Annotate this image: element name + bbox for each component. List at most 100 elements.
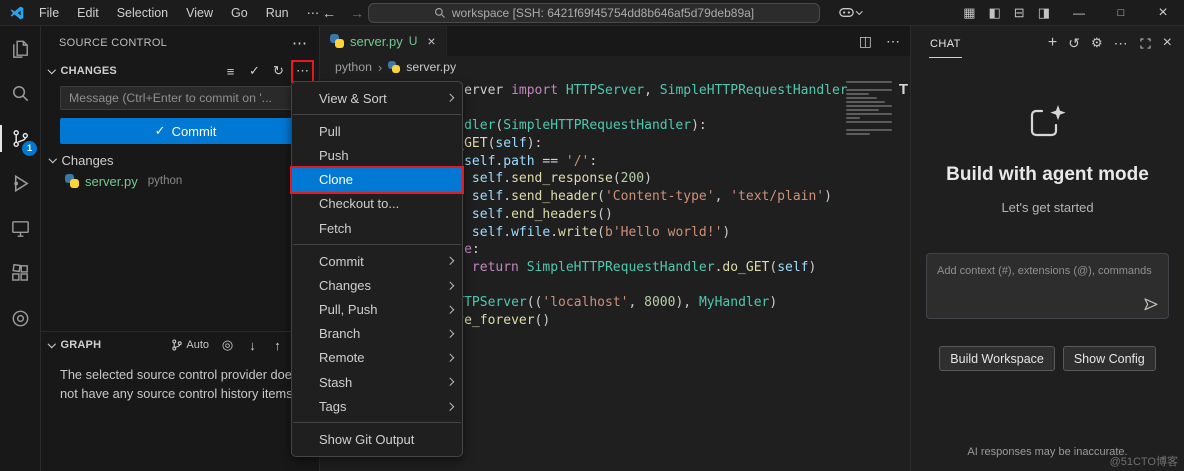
- menu-item-label: Changes: [319, 277, 372, 293]
- menu-item-tags[interactable]: Tags: [292, 394, 462, 418]
- chevron-down-icon: [47, 66, 56, 74]
- menu-item-commit[interactable]: Commit: [292, 249, 462, 273]
- chevron-down-icon: [47, 340, 56, 348]
- close-tab-icon[interactable]: ×: [427, 33, 435, 49]
- sidebar-item-search[interactable]: [0, 71, 40, 116]
- changes-section-header[interactable]: CHANGES ≡ ✓ ↻ ⋯: [41, 59, 319, 83]
- breadcrumb[interactable]: python › server.py: [320, 56, 910, 78]
- chat-more-actions-icon[interactable]: ⋯: [1114, 35, 1128, 52]
- split-editor-icon[interactable]: ◫: [859, 33, 872, 50]
- menubar-item-selection[interactable]: Selection: [108, 2, 177, 24]
- chat-history-icon[interactable]: ↺: [1068, 35, 1080, 52]
- sidebar-item-remote-explorer[interactable]: [0, 206, 40, 251]
- close-panel-icon[interactable]: ×: [1163, 34, 1172, 52]
- submenu-chevron-icon: [445, 305, 454, 314]
- search-icon: [434, 7, 446, 19]
- menu-item-label: Checkout to...: [319, 196, 400, 212]
- menu-item-label: Clone: [319, 172, 353, 188]
- toggle-secondary-sidebar-icon[interactable]: ◨: [1038, 5, 1050, 21]
- menubar-item-edit[interactable]: Edit: [68, 2, 108, 24]
- chat-subheading: Let's get started: [1001, 200, 1094, 215]
- commit-check-icon[interactable]: ✓: [246, 63, 263, 80]
- push-icon[interactable]: ↑: [269, 337, 286, 354]
- menu-item-label: Fetch: [319, 220, 352, 236]
- search-icon: [9, 82, 32, 105]
- editor-overlay-glyph: T: [898, 81, 908, 98]
- fetch-icon[interactable]: ↓: [244, 337, 261, 354]
- minimap-line: [846, 88, 892, 92]
- menu-item-label: Pull: [319, 123, 341, 139]
- command-center-search[interactable]: workspace [SSH: 6421f69f45754dd8b646af5d…: [368, 3, 820, 23]
- tab-server-py[interactable]: server.py U ×: [320, 26, 447, 56]
- close-window-icon[interactable]: ×: [1142, 4, 1184, 22]
- changed-file-row[interactable]: server.py python: [41, 170, 319, 192]
- menu-item-stash[interactable]: Stash: [292, 370, 462, 394]
- commit-message-input[interactable]: Message (Ctrl+Enter to commit on '...: [60, 86, 311, 110]
- menu-item-show-git-output[interactable]: Show Git Output: [292, 427, 462, 451]
- back-icon[interactable]: ←: [322, 5, 336, 21]
- graph-repo-auto-button[interactable]: Auto: [170, 337, 211, 354]
- submenu-chevron-icon: [445, 354, 454, 362]
- minimize-icon[interactable]: —: [1058, 6, 1100, 20]
- menu-item-push[interactable]: Push: [292, 143, 462, 167]
- chat-header: CHAT + ↺ ⚙ ⋯ ×: [911, 26, 1184, 60]
- send-icon[interactable]: [1142, 296, 1159, 313]
- menu-item-label: Pull, Push: [319, 302, 378, 318]
- sidebar-item-extension-misc[interactable]: [0, 296, 40, 341]
- sidebar-item-explorer[interactable]: [0, 26, 40, 71]
- minimap[interactable]: [846, 81, 894, 137]
- menu-item-changes[interactable]: Changes: [292, 273, 462, 297]
- titlebar: File Edit Selection View Go Run ⋯ ← → workspac…: [0, 0, 1184, 26]
- menu-item-branch[interactable]: Branch: [292, 322, 462, 346]
- menubar-item-view[interactable]: View: [177, 2, 222, 24]
- menu-item-clone[interactable]: Clone: [290, 165, 464, 194]
- more-actions-icon[interactable]: ⋯: [291, 59, 314, 83]
- menu-item-fetch[interactable]: Fetch: [292, 216, 462, 240]
- command-center-text: workspace [SSH: 6421f69f45754dd8b646af5d…: [451, 6, 755, 20]
- menubar-item-file[interactable]: File: [30, 2, 68, 24]
- toggle-panel-icon[interactable]: ⊟: [1014, 5, 1025, 21]
- sidebar-item-extensions[interactable]: [0, 251, 40, 296]
- chat-input[interactable]: Add context (#), extensions (@), command…: [926, 253, 1169, 319]
- gear-icon[interactable]: ⚙: [1091, 35, 1103, 51]
- menu-item-remote[interactable]: Remote: [292, 346, 462, 370]
- breadcrumb-folder[interactable]: python: [335, 60, 372, 74]
- commit-button[interactable]: ✓ Commit: [60, 118, 311, 144]
- menubar-item-go[interactable]: Go: [222, 2, 257, 24]
- sidebar-item-run-debug[interactable]: [0, 161, 40, 206]
- show-config-button[interactable]: Show Config: [1062, 346, 1156, 371]
- new-chat-icon[interactable]: +: [1048, 34, 1057, 52]
- target-icon[interactable]: ◎: [219, 337, 236, 354]
- minimap-line: [846, 104, 892, 108]
- git-status-badge: U: [408, 34, 418, 48]
- sidebar-item-source-control[interactable]: 1: [0, 116, 40, 161]
- menu-item-pull[interactable]: Pull: [292, 119, 462, 143]
- changes-tree-group[interactable]: Changes: [41, 150, 319, 170]
- editor-more-actions-icon[interactable]: ⋯: [886, 33, 900, 50]
- sidebar-more-actions-icon[interactable]: ⋯: [292, 34, 307, 52]
- toggle-sidebar-icon[interactable]: ◧: [989, 5, 1001, 21]
- remote-explorer-icon: [9, 217, 32, 240]
- menu-item-label: Branch: [319, 326, 361, 342]
- refresh-icon[interactable]: ↻: [270, 63, 287, 80]
- minimap-line: [846, 81, 892, 84]
- tab-chat[interactable]: CHAT: [929, 29, 962, 58]
- graph-auto-label: Auto: [186, 339, 209, 351]
- tab-bar: server.py U × ◫ ⋯: [320, 26, 910, 56]
- view-sort-icon[interactable]: ≡: [222, 63, 239, 80]
- graph-section-header[interactable]: GRAPH Auto ◎ ↓ ↑ ↻: [41, 332, 319, 358]
- chevron-down-icon: [48, 155, 57, 163]
- forward-icon[interactable]: →: [350, 5, 364, 21]
- menu-item-label: Show Git Output: [319, 432, 415, 448]
- maximize-panel-icon[interactable]: [1139, 37, 1152, 50]
- menu-item-pull-push[interactable]: Pull, Push: [292, 298, 462, 322]
- maximize-icon[interactable]: □: [1100, 7, 1142, 19]
- file-name: server.py: [85, 173, 138, 189]
- menu-item-view-sort[interactable]: View & Sort: [292, 86, 462, 110]
- build-workspace-button[interactable]: Build Workspace: [939, 346, 1055, 371]
- menubar-item-run[interactable]: Run: [257, 2, 298, 24]
- copilot-icon[interactable]: [838, 4, 863, 21]
- menu-item-checkout-to[interactable]: Checkout to...: [292, 192, 462, 216]
- breadcrumb-file[interactable]: server.py: [406, 60, 456, 74]
- customize-layout-icon[interactable]: ▦: [963, 5, 975, 21]
